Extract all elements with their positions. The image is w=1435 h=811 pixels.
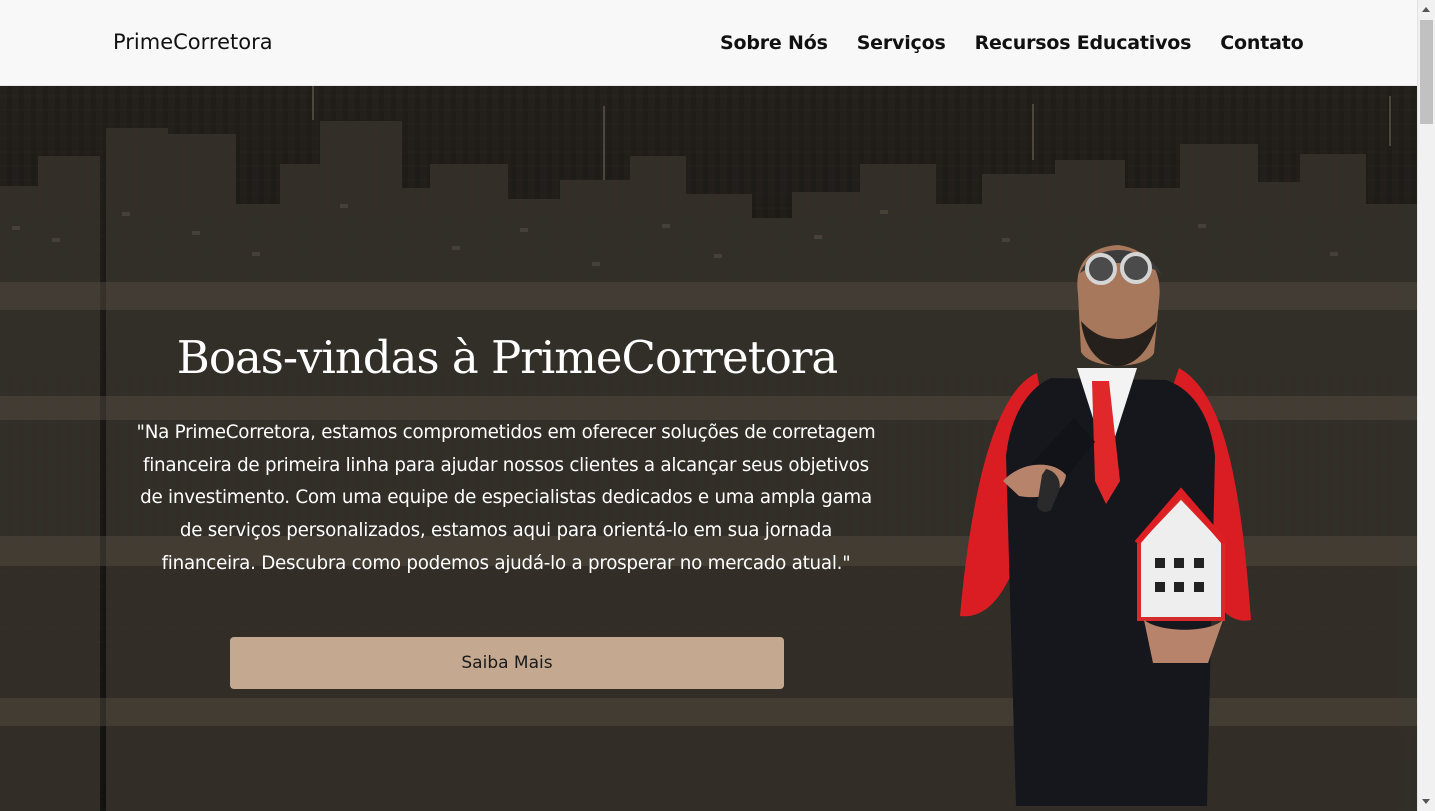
scroll-up-icon[interactable]	[1422, 7, 1430, 12]
hero-title: Boas-vindas à PrimeCorretora	[176, 331, 838, 384]
hero-description: "Na PrimeCorretora, estamos comprometido…	[136, 422, 876, 574]
top-navigation-bar: PrimeCorretora Sobre Nós Serviços Recurs…	[0, 0, 1417, 86]
nav-link-recursos-educativos[interactable]: Recursos Educativos	[975, 30, 1192, 56]
nav-link-contato[interactable]: Contato	[1220, 30, 1303, 56]
nav-link-servicos[interactable]: Serviços	[857, 30, 946, 56]
nav-link-sobre-nos[interactable]: Sobre Nós	[720, 30, 828, 56]
scrollbar-thumb[interactable]	[1420, 20, 1433, 124]
brand-logo-text[interactable]: PrimeCorretora	[113, 29, 273, 55]
vertical-scrollbar[interactable]	[1417, 0, 1435, 811]
scroll-down-icon[interactable]	[1422, 799, 1430, 804]
businessman-holding-key-and-house-image	[960, 245, 1251, 806]
learn-more-button[interactable]: Saiba Mais	[230, 637, 784, 689]
page-root: PrimeCorretora Sobre Nós Serviços Recurs…	[0, 0, 1435, 811]
hero-section: Boas-vindas à PrimeCorretora "Na PrimeCo…	[0, 86, 1417, 811]
main-navigation: Sobre Nós Serviços Recursos Educativos C…	[720, 30, 1304, 56]
